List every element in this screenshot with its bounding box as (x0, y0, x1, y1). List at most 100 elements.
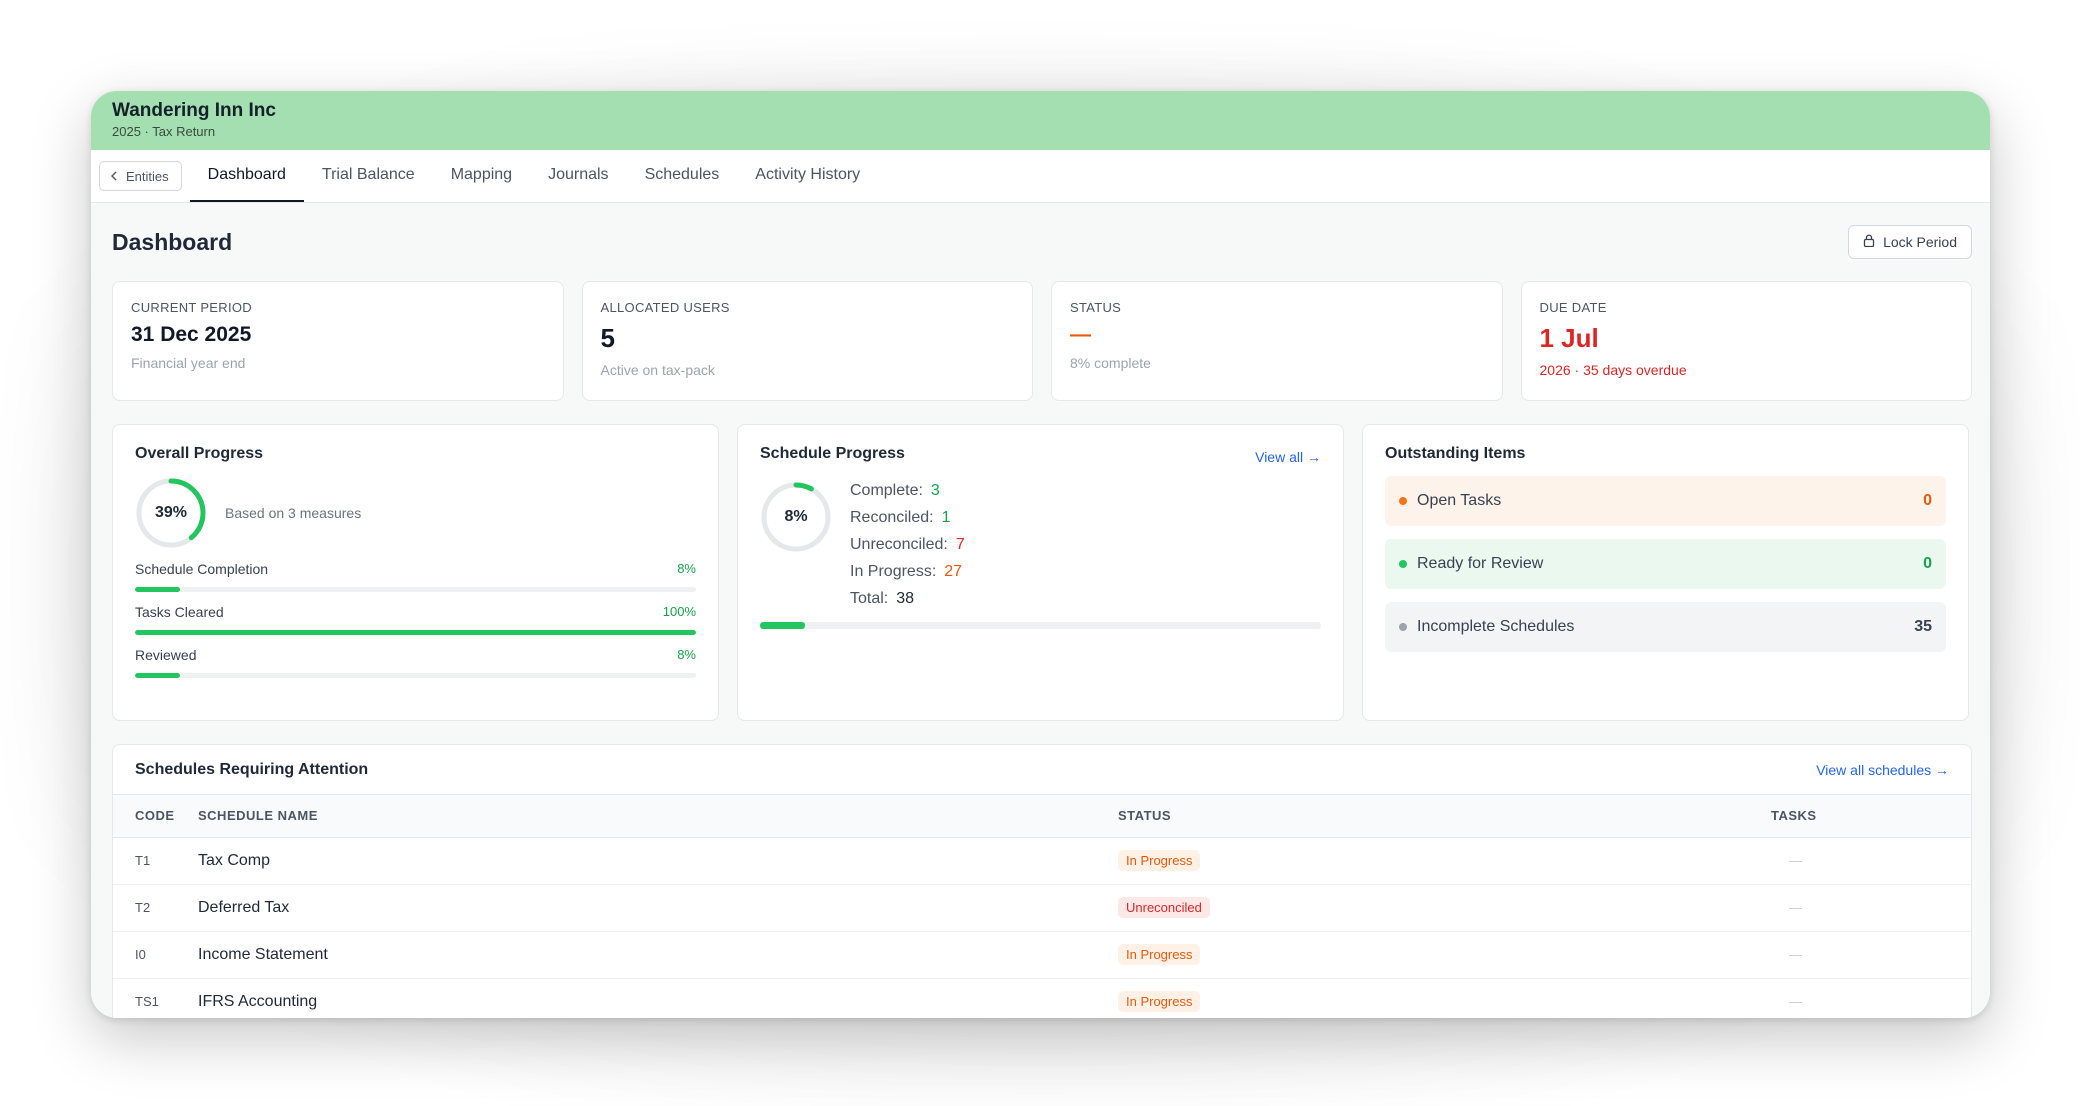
cell-tasks: — (1771, 837, 1971, 885)
table-row[interactable]: T1 Tax Comp In Progress — (113, 837, 1971, 885)
overall-note: Based on 3 measures (225, 505, 362, 521)
metric-bar-fill (135, 587, 180, 592)
count-value: 7 (955, 536, 965, 553)
stat-card-allocated-users: ALLOCATED USERS 5 Active on tax-pack (581, 281, 1033, 401)
cell-code: T2 (113, 884, 198, 932)
attention-table-card: Schedules Requiring Attention View all s… (112, 744, 1972, 1018)
back-to-entities-button[interactable]: Entities (99, 161, 182, 191)
attention-table-body: T1 Tax Comp In Progress — T2 Deferred Tax Unre… (113, 837, 1971, 1018)
metric-schedule-completion: Schedule Completion 8% (135, 561, 696, 592)
cell-status: Unreconciled (1118, 884, 1771, 932)
count-label: Unreconciled: (850, 536, 948, 553)
app-window: Wandering Inn Inc 2025 · Tax Return Enti… (91, 91, 1990, 1018)
outstanding-open-tasks[interactable]: Open Tasks 0 (1385, 476, 1946, 526)
outstanding-count: 0 (1923, 492, 1932, 509)
count-label: Complete: (850, 482, 923, 499)
cell-code: I0 (113, 931, 198, 979)
outstanding-ready-for-review[interactable]: Ready for Review 0 (1385, 539, 1946, 589)
stat-card-current-period: CURRENT PERIOD 31 Dec 2025 Financial yea… (112, 281, 564, 401)
cell-status: In Progress (1118, 978, 1771, 1018)
view-all-schedules-link[interactable]: View all schedules → (1816, 762, 1949, 778)
cell-schedule-name[interactable]: Deferred Tax (198, 884, 1118, 932)
page-title-row: Dashboard Lock Period (112, 203, 1972, 281)
table-row[interactable]: T2 Deferred Tax Unreconciled — (113, 884, 1971, 932)
lock-period-label: Lock Period (1883, 234, 1957, 250)
page-title: Dashboard (112, 228, 233, 255)
attention-header: Schedules Requiring Attention View all s… (113, 745, 1971, 795)
stat-label: ALLOCATED USERS (600, 300, 730, 315)
stat-label: STATUS (1070, 300, 1122, 315)
col-code[interactable]: CODE (113, 795, 198, 838)
lock-icon (1863, 234, 1875, 250)
status-dot (1399, 560, 1407, 568)
tab-schedules[interactable]: Schedules (627, 150, 738, 202)
count-in-progress: In Progress: 27 (850, 558, 965, 585)
cell-schedule-name[interactable]: Tax Comp (198, 837, 1118, 885)
cell-code: TS1 (113, 978, 198, 1018)
tab-journals[interactable]: Journals (530, 150, 626, 202)
count-value: 38 (896, 590, 915, 607)
outstanding-label: Ready for Review (1417, 555, 1544, 572)
col-tasks[interactable]: TASKS (1771, 795, 1971, 838)
col-schedule-name[interactable]: SCHEDULE NAME (198, 795, 1118, 838)
col-status[interactable]: STATUS (1118, 795, 1771, 838)
count-label: Reconciled: (850, 509, 934, 526)
metric-value: 8% (677, 561, 696, 576)
attention-table: CODE SCHEDULE NAME STATUS TASKS T1 Tax Co… (113, 795, 1971, 1018)
schedule-progress-bar (760, 622, 1321, 629)
tab-mapping[interactable]: Mapping (433, 150, 530, 202)
stat-note: Active on tax-pack (600, 362, 715, 378)
count-value: 1 (941, 509, 951, 526)
tab-trial-balance[interactable]: Trial Balance (304, 150, 433, 202)
lock-period-button[interactable]: Lock Period (1848, 225, 1972, 259)
outstanding-items-panel: Outstanding Items Open Tasks 0 Ready for… (1362, 424, 1969, 721)
metric-value: 100% (662, 604, 696, 619)
tab-dashboard[interactable]: Dashboard (189, 150, 304, 202)
panel-title: Schedules Requiring Attention (135, 760, 369, 778)
outstanding-label: Incomplete Schedules (1417, 618, 1575, 635)
panel-title: Outstanding Items (1385, 445, 1526, 462)
cell-status: In Progress (1118, 931, 1771, 979)
metric-bar (135, 630, 696, 635)
outstanding-count: 0 (1923, 555, 1932, 572)
metric-bar-fill (135, 630, 696, 635)
status-badge: Unreconciled (1118, 897, 1210, 918)
outstanding-incomplete-schedules[interactable]: Incomplete Schedules 35 (1385, 602, 1946, 652)
tab-activity-history[interactable]: Activity History (737, 150, 878, 202)
cell-tasks: — (1771, 931, 1971, 979)
metric-bar (135, 673, 696, 678)
metric-label: Tasks Cleared (135, 604, 224, 620)
metric-label: Reviewed (135, 647, 197, 663)
count-label: In Progress: (850, 563, 937, 580)
schedule-progress-body: 8% Complete: 3 Reconciled: 1 Unreconciled:… (760, 477, 1321, 612)
back-label: Entities (126, 168, 169, 184)
cell-code: T1 (113, 837, 198, 885)
count-unreconciled: Unreconciled: 7 (850, 531, 965, 558)
cell-schedule-name[interactable]: Income Statement (198, 931, 1118, 979)
table-row[interactable]: I0 Income Statement In Progress — (113, 931, 1971, 979)
stat-note: 8% complete (1070, 355, 1151, 371)
panel-title: Overall Progress (135, 445, 264, 462)
stat-label: CURRENT PERIOD (131, 300, 252, 315)
outstanding-label: Open Tasks (1417, 492, 1502, 509)
metric-label: Schedule Completion (135, 561, 269, 577)
stat-value: 5 (600, 323, 615, 353)
cell-schedule-name[interactable]: IFRS Accounting (198, 978, 1118, 1018)
panel-title: Schedule Progress (760, 445, 905, 462)
table-row[interactable]: TS1 IFRS Accounting In Progress — (113, 978, 1971, 1018)
stat-cards: CURRENT PERIOD 31 Dec 2025 Financial yea… (112, 281, 1972, 401)
tab-bar: Entities Dashboard Trial Balance Mapping… (91, 150, 1990, 203)
count-total: Total: 38 (850, 585, 965, 612)
schedule-progress-bar-fill (760, 622, 805, 629)
count-label: Total: (850, 590, 889, 607)
schedule-counts: Complete: 3 Reconciled: 1 Unreconciled: 7 I… (850, 477, 965, 612)
metric-value: 8% (677, 647, 696, 662)
cell-status: In Progress (1118, 837, 1771, 885)
stat-value: 31 Dec 2025 (131, 323, 252, 346)
view-all-link[interactable]: View all → (1255, 449, 1321, 465)
entity-name: Wandering Inn Inc (112, 100, 276, 121)
count-value: 3 (930, 482, 940, 499)
metric-tasks-cleared: Tasks Cleared 100% (135, 604, 696, 635)
table-header-row: CODE SCHEDULE NAME STATUS TASKS (113, 795, 1971, 838)
stat-card-status: STATUS — 8% complete (1051, 281, 1503, 401)
